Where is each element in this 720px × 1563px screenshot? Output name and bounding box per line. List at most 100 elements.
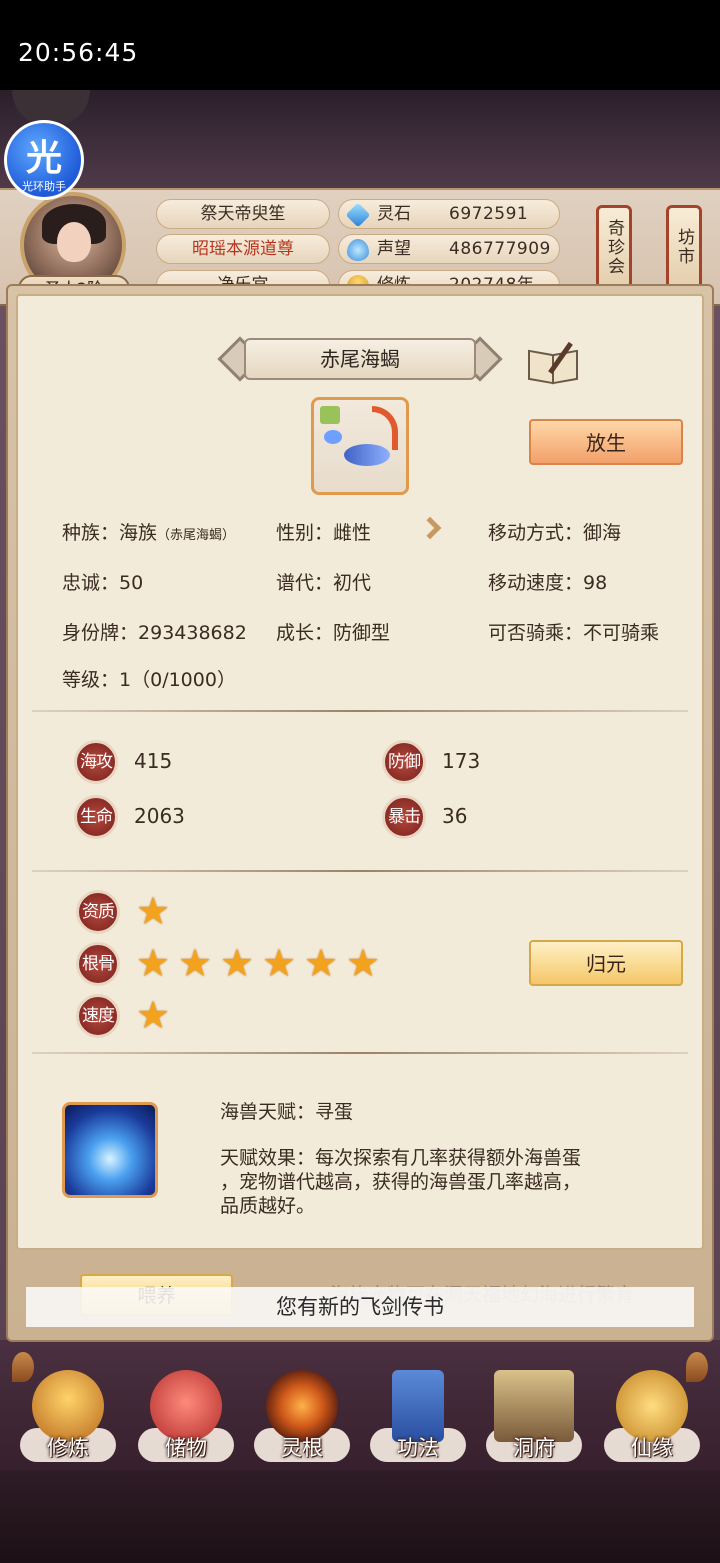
arrow-head	[418, 516, 442, 540]
nav-cave[interactable]: 洞府	[476, 1346, 592, 1470]
avatar-face	[57, 222, 91, 262]
scorpion-claw	[324, 430, 342, 444]
generation-label: 谱代：	[276, 572, 334, 594]
ride-label: 可否骑乘：	[488, 622, 584, 644]
crit-badge: 暴击	[382, 795, 426, 839]
message-toast[interactable]: 您有新的飞剑传书	[26, 1287, 694, 1327]
spirit-stone-icon	[345, 202, 371, 228]
star-icon: ★	[346, 941, 381, 985]
nav-label: 仙缘	[631, 1436, 673, 1460]
nav-storage[interactable]: 储物	[128, 1346, 244, 1470]
nav-label: 储物	[165, 1436, 207, 1460]
talent-effect-line1: 天赋效果：每次探索有几率获得额外海兽蛋	[220, 1147, 582, 1169]
level-label: 等级：	[62, 669, 120, 691]
speed-row: 移动速度：98	[488, 568, 607, 595]
pet-name-plate: 赤尾海蝎	[217, 334, 503, 384]
lock-icon	[320, 406, 340, 424]
id-value: 293438682	[138, 622, 247, 644]
divider	[32, 870, 688, 872]
player-title-1[interactable]: 祭天帝臾笙	[156, 199, 330, 229]
nav-fate[interactable]: 仙缘	[594, 1346, 710, 1470]
talent-effect-line3: 品质越好。	[220, 1195, 316, 1217]
pet-name: 赤尾海蝎	[244, 338, 476, 380]
talent-orb-icon[interactable]	[62, 1102, 158, 1198]
helper-logo: 光	[25, 138, 62, 179]
star-icon: ★	[136, 993, 171, 1037]
star-icon: ★	[304, 941, 339, 985]
aptitude-stars: ★	[136, 892, 174, 932]
id-label: 身份牌：	[62, 622, 139, 644]
ride-value: 不可骑乘	[583, 622, 660, 644]
attack-badge: 海攻	[74, 740, 118, 784]
nav-spirit-root[interactable]: 灵根	[244, 1346, 360, 1470]
race-value: 海族	[119, 522, 158, 544]
generation-row: 谱代：初代	[276, 568, 371, 595]
restore-button[interactable]: 归元	[529, 940, 683, 986]
nav-label: 灵根	[281, 1436, 323, 1460]
nav-label: 洞府	[513, 1436, 555, 1460]
bone-badge: 根骨	[76, 942, 120, 986]
growth-row: 成长：防御型	[276, 618, 390, 645]
crit-value: 36	[442, 804, 468, 828]
nav-label: 功法	[397, 1436, 439, 1460]
speed-label: 移动速度：	[488, 572, 584, 594]
gender-arrow-icon[interactable]	[414, 514, 444, 544]
resource-spirit-stone: 灵石 6972591	[338, 199, 560, 229]
clock: 20:56:45	[18, 38, 139, 67]
generation-value: 初代	[333, 572, 372, 594]
race-label: 种族：	[62, 522, 120, 544]
hp-badge: 生命	[74, 795, 118, 839]
status-bar: 20:56:45	[0, 0, 720, 90]
speed-quality-badge: 速度	[76, 994, 120, 1038]
defense-badge: 防御	[382, 740, 426, 784]
star-icon: ★	[136, 941, 171, 985]
race-subvalue: （赤尾海蝎）	[157, 528, 236, 543]
star-icon: ★	[262, 941, 297, 985]
move-row: 移动方式：御海	[488, 518, 621, 545]
aptitude-badge: 资质	[76, 890, 120, 934]
resource-value: 6972591	[449, 204, 529, 224]
bottom-nav: 修炼 储物 灵根 功法 洞府 仙缘	[0, 1346, 720, 1476]
level-value: 1（0/1000）	[119, 669, 236, 691]
move-value: 御海	[583, 522, 622, 544]
divider	[32, 710, 688, 712]
player-title-2[interactable]: 昭瑶本源道尊	[156, 234, 330, 264]
talent-effect-line2: ，宠物谱代越高，获得的海兽蛋几率越高，	[220, 1171, 582, 1193]
prestige-icon	[347, 239, 369, 261]
rename-book-icon[interactable]	[528, 341, 580, 386]
scorpion-tail	[372, 406, 398, 450]
loyalty-label: 忠诚：	[62, 572, 120, 594]
star-icon: ★	[136, 889, 171, 933]
resource-label: 灵石	[377, 204, 411, 224]
ride-row: 可否骑乘：不可骑乘	[488, 618, 659, 645]
gender-value: 雌性	[333, 522, 372, 544]
pet-portrait[interactable]	[311, 397, 409, 495]
star-icon: ★	[178, 941, 213, 985]
resource-prestige: 声望 486777909	[338, 234, 560, 264]
nav-cultivate[interactable]: 修炼	[10, 1346, 126, 1470]
scorpion-body	[344, 444, 390, 466]
helper-floating-button[interactable]: 光 光环助手	[4, 120, 84, 200]
defense-value: 173	[442, 749, 481, 773]
bone-stars: ★ ★ ★ ★ ★ ★	[136, 944, 384, 984]
move-label: 移动方式：	[488, 522, 584, 544]
growth-value: 防御型	[333, 622, 391, 644]
attack-value: 415	[134, 749, 173, 773]
helper-label: 光环助手	[22, 180, 66, 193]
gender-label: 性别：	[276, 522, 334, 544]
market-button[interactable]: 坊市	[666, 205, 702, 289]
bottom-bar	[0, 1470, 720, 1563]
release-button[interactable]: 放生	[529, 419, 683, 465]
nav-techniques[interactable]: 功法	[360, 1346, 476, 1470]
speed-value: 98	[583, 572, 608, 594]
treasure-pavilion-button[interactable]: 奇珍会	[596, 205, 632, 289]
growth-label: 成长：	[276, 622, 334, 644]
resource-label: 声望	[377, 239, 411, 259]
loyalty-row: 忠诚：50	[62, 568, 143, 595]
race-row: 种族：海族（赤尾海蝎）	[62, 518, 235, 545]
star-icon: ★	[220, 941, 255, 985]
id-row: 身份牌：293438682	[62, 618, 247, 645]
talent-title: 海兽天赋：寻蛋	[220, 1101, 354, 1123]
loyalty-value: 50	[119, 572, 144, 594]
speed-stars: ★	[136, 996, 174, 1036]
